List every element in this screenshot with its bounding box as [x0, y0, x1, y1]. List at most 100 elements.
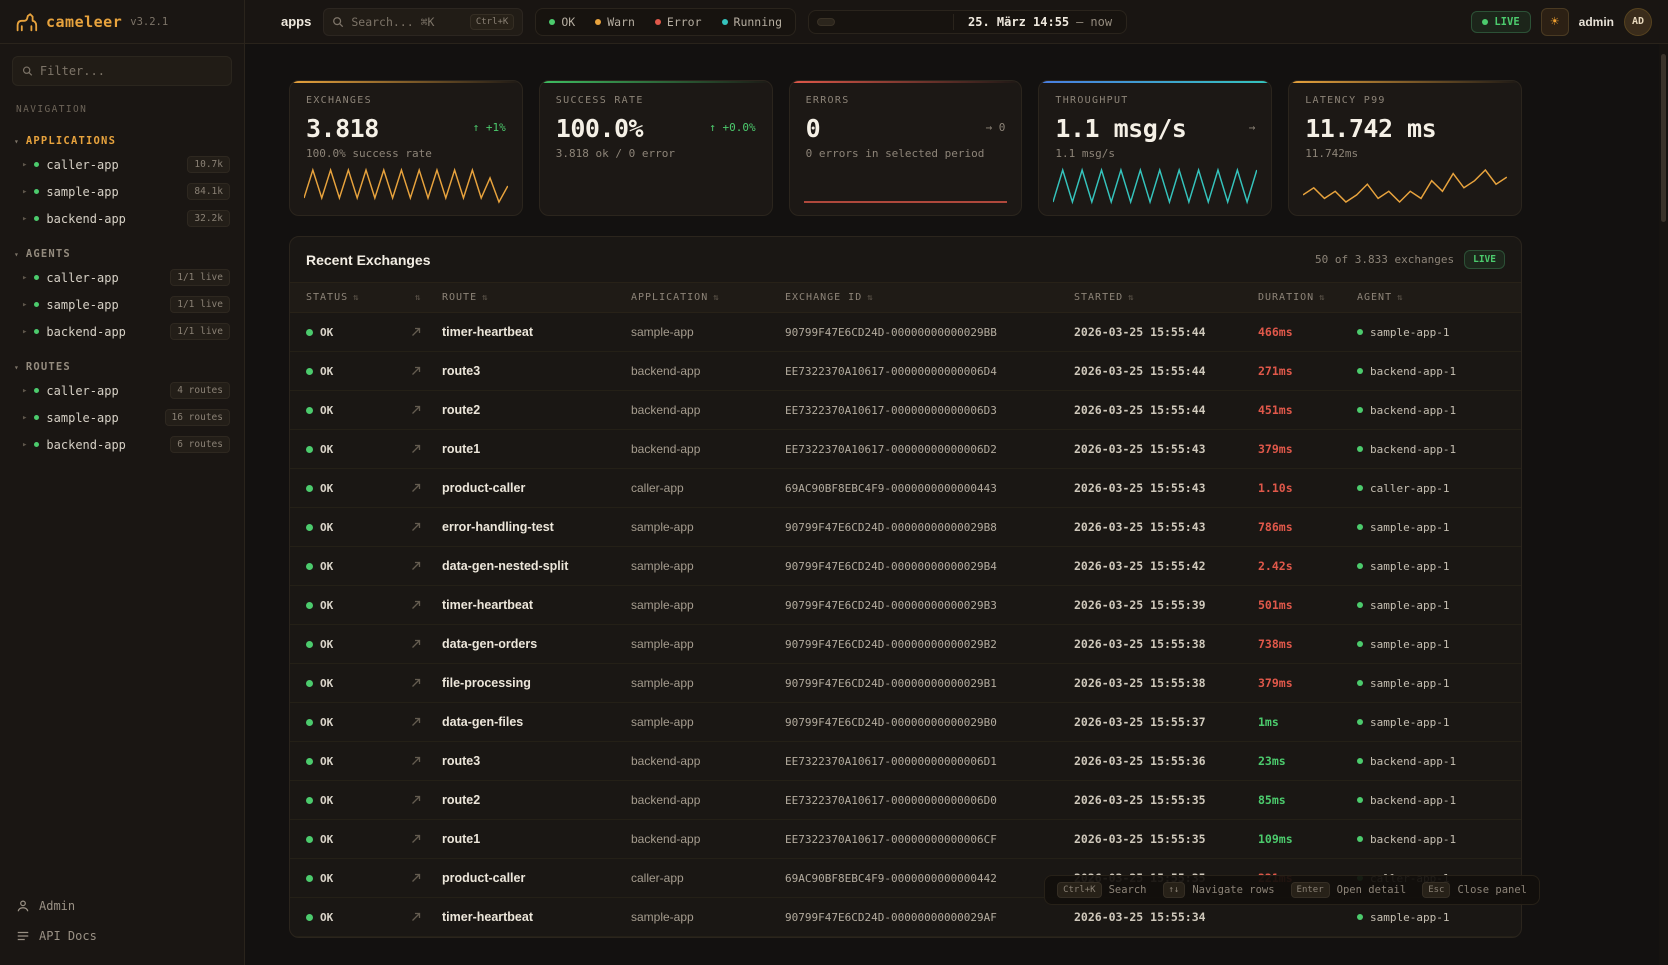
stat-card[interactable]: EXCHANGES 3.818 ↑ +1% 100.0% success rat…: [289, 80, 523, 216]
duration-value: 85ms: [1258, 781, 1353, 819]
table-row[interactable]: OK route2 backend-app EE7322370A10617-00…: [290, 781, 1521, 820]
table-row[interactable]: OK route3 backend-app EE7322370A10617-00…: [290, 352, 1521, 391]
stat-card[interactable]: LATENCY P99 11.742 ms 11.742ms: [1288, 80, 1522, 216]
time-range-button[interactable]: [883, 18, 901, 26]
table-row[interactable]: OK error-handling-test sample-app 90799F…: [290, 508, 1521, 547]
agent-dot-icon: [1357, 407, 1363, 413]
hint-label: Search: [1109, 884, 1147, 896]
sidebar-item-badge: 4 routes: [170, 382, 230, 399]
column-label: ROUTE: [442, 292, 477, 303]
status-filter-chip[interactable]: Running: [712, 12, 792, 32]
status-label: OK: [320, 560, 333, 573]
time-range-button[interactable]: [905, 18, 923, 26]
stat-card[interactable]: ERRORS 0 → 0 0 errors in selected period: [789, 80, 1023, 216]
theme-toggle-button[interactable]: ☀: [1541, 8, 1569, 36]
sidebar-item-admin[interactable]: Admin: [0, 891, 244, 921]
caret-down-icon: ▾: [14, 363, 19, 372]
scrollbar-thumb[interactable]: [1661, 54, 1666, 222]
table-row[interactable]: OK data-gen-files sample-app 90799F47E6C…: [290, 703, 1521, 742]
stat-value: 11.742 ms: [1305, 114, 1436, 143]
scrollbar[interactable]: [1659, 44, 1668, 965]
sort-icon: ⇅: [353, 293, 359, 303]
duration-value: 2.42s: [1258, 547, 1353, 585]
agent-name: sample-app-1: [1370, 677, 1449, 690]
date-range[interactable]: 25. März 14:55 — now: [962, 15, 1118, 29]
column-label: STARTED: [1074, 292, 1123, 303]
route-icon-cell: [410, 860, 438, 896]
search-input[interactable]: [351, 15, 462, 29]
route-icon: [410, 872, 422, 884]
sidebar-item[interactable]: ▸ backend-app 6 routes: [0, 431, 244, 458]
time-range-button[interactable]: [839, 18, 857, 26]
table-row[interactable]: OK file-processing sample-app 90799F47E6…: [290, 664, 1521, 703]
column-label: EXCHANGE ID: [785, 292, 862, 303]
sidebar-item[interactable]: ▸ backend-app 32.2k: [0, 205, 244, 232]
started-timestamp: 2026-03-25 15:55:43: [1074, 430, 1254, 468]
agent-dot-icon: [1357, 602, 1363, 608]
table-row[interactable]: OK route1 backend-app EE7322370A10617-00…: [290, 430, 1521, 469]
sidebar-item[interactable]: ▸ sample-app 1/1 live: [0, 291, 244, 318]
sidebar-section-header[interactable]: ▾ APPLICATIONS: [0, 131, 244, 151]
status-filter-chip[interactable]: OK: [539, 12, 585, 32]
sidebar-section: ▾ AGENTS ▸ caller-app 1/1 live ▸ sample-…: [0, 244, 244, 345]
time-range-button[interactable]: [861, 18, 879, 26]
route-icon-cell: [410, 626, 438, 662]
time-range-button[interactable]: [817, 18, 835, 26]
sidebar-item-label: backend-app: [46, 212, 125, 226]
table-row[interactable]: OK data-gen-nested-split sample-app 9079…: [290, 547, 1521, 586]
column-header[interactable]: EXCHANGE ID ⇅: [785, 283, 1070, 312]
filter-input[interactable]: [40, 64, 222, 78]
table-row[interactable]: OK route3 backend-app EE7322370A10617-00…: [290, 742, 1521, 781]
time-range-button[interactable]: [927, 18, 945, 26]
sidebar-filter[interactable]: [12, 56, 232, 86]
column-header[interactable]: STATUS ⇅: [306, 283, 406, 312]
sidebar-item[interactable]: ▸ caller-app 1/1 live: [0, 264, 244, 291]
sidebar-item[interactable]: ▸ sample-app 84.1k: [0, 178, 244, 205]
sort-icon: ⇅: [482, 293, 488, 303]
table-row[interactable]: OK data-gen-orders sample-app 90799F47E6…: [290, 625, 1521, 664]
sort-icon: ⇅: [1128, 293, 1134, 303]
logo-row[interactable]: cameleer v3.2.1: [0, 0, 244, 44]
sidebar-section-items: ▸ caller-app 10.7k ▸ sample-app 84.1k ▸ …: [0, 151, 244, 232]
column-header[interactable]: STARTED ⇅: [1074, 283, 1254, 312]
application-name: backend-app: [631, 391, 781, 429]
status-dot-icon: [34, 302, 39, 307]
table-row[interactable]: OK route1 backend-app EE7322370A10617-00…: [290, 820, 1521, 859]
stat-card[interactable]: THROUGHPUT 1.1 msg/s → 1.1 msg/s: [1038, 80, 1272, 216]
status-dot-icon: [34, 275, 39, 280]
stat-card[interactable]: SUCCESS RATE 100.0% ↑ +0.0% 3.818 ok / 0…: [539, 80, 773, 216]
route-name: timer-heartbeat: [442, 313, 627, 351]
global-search[interactable]: Ctrl+K: [323, 8, 523, 36]
avatar[interactable]: AD: [1624, 8, 1652, 36]
agent-cell: backend-app-1: [1357, 392, 1505, 429]
table-row[interactable]: OK product-caller caller-app 69AC90BF8EB…: [290, 469, 1521, 508]
stat-accent-bar: [290, 81, 522, 83]
table-row[interactable]: OK timer-heartbeat sample-app 90799F47E6…: [290, 586, 1521, 625]
sidebar-item[interactable]: ▸ caller-app 10.7k: [0, 151, 244, 178]
sidebar-section-header[interactable]: ▾ AGENTS: [0, 244, 244, 264]
status-filter-chip[interactable]: Error: [645, 12, 712, 32]
column-header[interactable]: ROUTE ⇅: [442, 283, 627, 312]
column-header[interactable]: APPLICATION ⇅: [631, 283, 781, 312]
sidebar-section-header[interactable]: ▾ ROUTES: [0, 357, 244, 377]
sidebar-item[interactable]: ▸ sample-app 16 routes: [0, 404, 244, 431]
column-header[interactable]: AGENT ⇅: [1357, 283, 1505, 312]
sidebar-item[interactable]: ▸ caller-app 4 routes: [0, 377, 244, 404]
status-filter-chip[interactable]: Warn: [585, 12, 645, 32]
ok-dot-icon: [306, 797, 313, 804]
sidebar-item-api-docs[interactable]: API Docs: [0, 921, 244, 951]
agent-name: backend-app-1: [1370, 443, 1456, 456]
route-name: timer-heartbeat: [442, 586, 627, 624]
status-cell: OK: [306, 314, 406, 351]
exchange-id: 90799F47E6CD24D-00000000000029B8: [785, 509, 1070, 546]
table-row[interactable]: OK route2 backend-app EE7322370A10617-00…: [290, 391, 1521, 430]
live-badge[interactable]: LIVE: [1471, 11, 1530, 33]
table-row[interactable]: OK timer-heartbeat sample-app 90799F47E6…: [290, 313, 1521, 352]
exchange-id: 90799F47E6CD24D-00000000000029B0: [785, 704, 1070, 741]
keyboard-hint: ↑↓ Navigate rows: [1163, 882, 1275, 898]
column-header[interactable]: ⇅: [410, 284, 438, 312]
column-header[interactable]: DURATION ⇅: [1258, 283, 1353, 312]
sidebar-item[interactable]: ▸ backend-app 1/1 live: [0, 318, 244, 345]
application-name: sample-app: [631, 586, 781, 624]
stat-label: ERRORS: [806, 95, 1006, 106]
